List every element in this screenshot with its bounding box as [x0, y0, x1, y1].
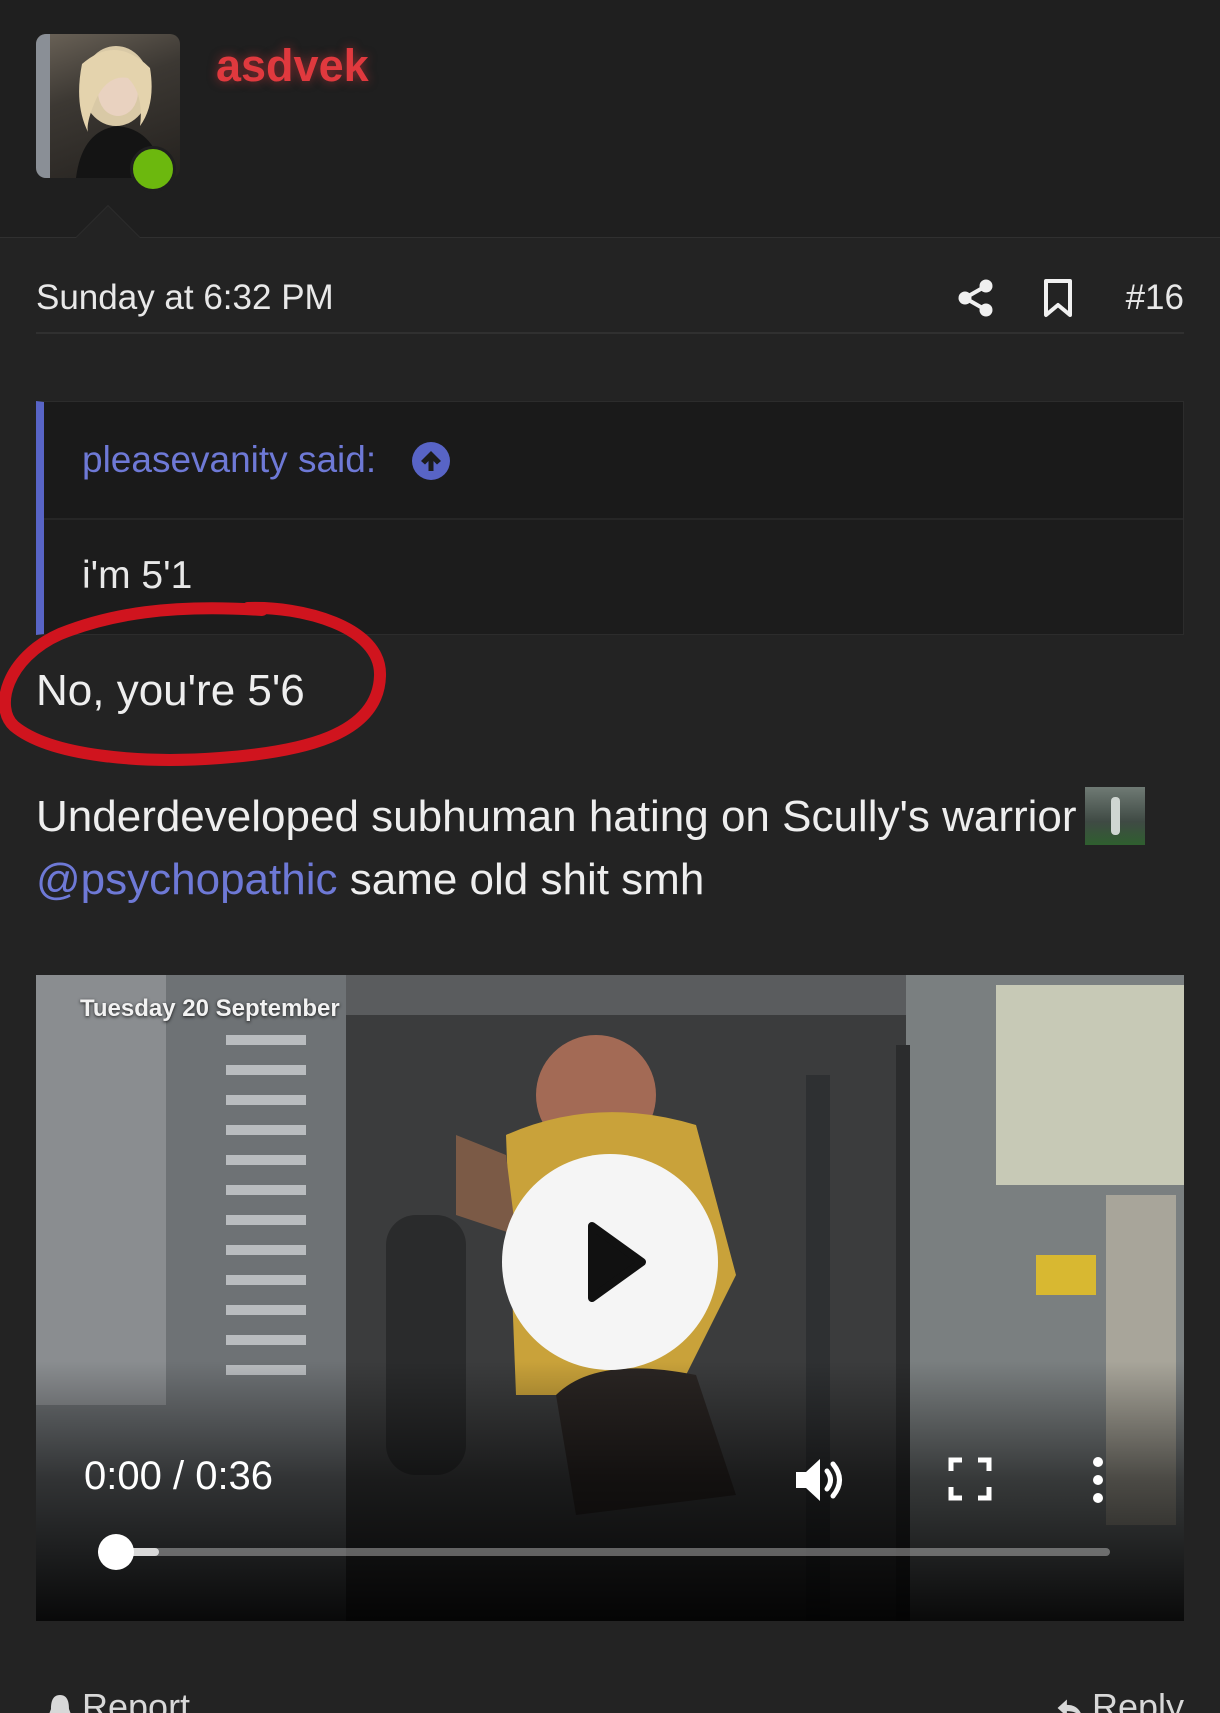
user-mention-link[interactable]: @psychopathic	[36, 855, 338, 904]
header-pointer	[76, 206, 140, 238]
reply-text: No, you're 5'6	[36, 666, 305, 715]
more-vertical-icon[interactable]	[1088, 1455, 1108, 1505]
online-status-dot	[130, 146, 176, 192]
video-progress-knob[interactable]	[98, 1534, 134, 1570]
video-progress-track[interactable]	[98, 1534, 1110, 1570]
quote-author[interactable]: pleasevanity said:	[82, 439, 376, 481]
username[interactable]: asdvek	[216, 40, 369, 92]
reply-label: Reply	[1091, 1686, 1184, 1713]
report-bell-icon	[49, 1695, 71, 1713]
share-icon[interactable]	[956, 278, 996, 318]
post-date[interactable]: Sunday at 6:32 PM	[36, 278, 334, 318]
quote-body: i'm 5'1	[82, 554, 193, 597]
inline-image-thumbnail[interactable]	[1084, 787, 1145, 845]
post-meta-row: Sunday at 6:32 PM #16	[36, 270, 1184, 334]
play-icon	[588, 1222, 646, 1302]
report-button[interactable]: Report	[46, 1686, 190, 1713]
reply-arrow-icon	[1057, 1699, 1081, 1713]
video-caption: Tuesday 20 September	[80, 995, 340, 1022]
forum-post: asdvek Sunday at 6:32 PM #16 pleasevanit…	[0, 0, 1220, 1713]
volume-icon[interactable]	[794, 1455, 848, 1505]
message-line-1: Underdeveloped subhuman hating on Scully…	[36, 792, 1077, 841]
video-time: 0:00 / 0:36	[84, 1454, 274, 1498]
post-number[interactable]: #16	[1126, 278, 1184, 318]
fullscreen-icon[interactable]	[948, 1457, 992, 1501]
message-line-2: same old shit smh	[337, 855, 705, 904]
video-player[interactable]: Tuesday 20 September 0:00 / 0:36	[36, 975, 1184, 1621]
post-message: Underdeveloped subhuman hating on Scully…	[36, 785, 1186, 911]
bookmark-icon[interactable]	[1038, 278, 1078, 318]
play-button[interactable]	[502, 1154, 718, 1370]
quote-header: pleasevanity said:	[44, 402, 1183, 520]
reply-button[interactable]: Reply	[1056, 1686, 1184, 1713]
report-label: Report	[82, 1686, 191, 1713]
arrow-up-circle-icon[interactable]	[412, 442, 450, 480]
post-user-header: asdvek	[0, 0, 1220, 238]
quote-block: pleasevanity said: i'm 5'1	[36, 401, 1184, 635]
